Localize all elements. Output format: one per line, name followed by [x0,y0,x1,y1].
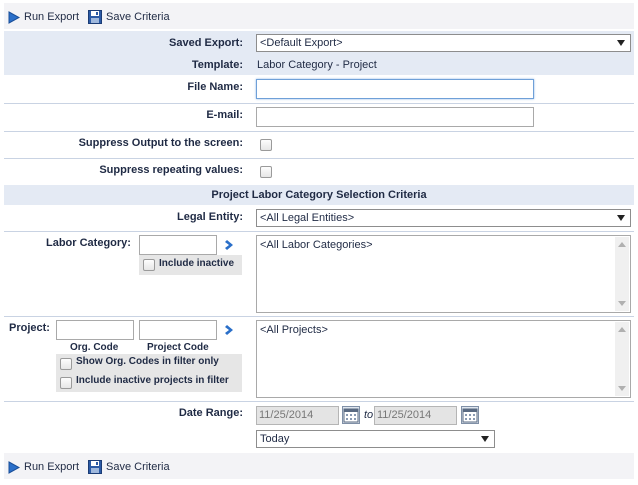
org-code-label: Org. Code [70,342,119,353]
play-icon [8,460,20,474]
project-code-label: Project Code [147,342,209,353]
chevron-down-icon [481,436,489,442]
divider [4,103,634,104]
chevron-right-icon[interactable] [224,324,236,336]
save-criteria-label: Save Criteria [106,11,170,23]
run-export-button[interactable]: Run Export [8,459,79,475]
date-preset-value: Today [260,433,290,445]
project-code-input[interactable] [139,320,217,340]
list-item[interactable]: <All Labor Categories> [260,239,627,251]
section-title: Project Labor Category Selection Criteri… [211,189,427,201]
date-range-label: Date Range: [178,407,243,419]
project-label: Project: [9,322,50,334]
save-criteria-button[interactable]: Save Criteria [88,459,170,475]
template-value: Labor Category - Project [257,59,377,71]
include-inactive-checkbox[interactable] [143,259,155,271]
legal-entity-label: Legal Entity: [176,211,243,223]
org-code-input[interactable] [56,320,134,340]
date-to-field[interactable]: 11/25/2014 [374,406,457,425]
divider [4,231,634,232]
divider [4,158,634,159]
suppress-repeating-label: Suppress repeating values: [99,164,243,176]
floppy-disk-icon [88,460,102,474]
bottom-toolbar: Run Export Save Criteria [4,453,634,479]
template-label: Template: [191,59,243,71]
include-inactive-label: Include inactive [159,258,235,269]
include-inactive-projects-checkbox[interactable] [60,377,72,389]
show-org-codes-label: Show Org. Codes in filter only [76,356,219,367]
run-export-label: Run Export [24,11,80,23]
saved-export-label: Saved Export: [169,37,243,49]
email-label: E-mail: [206,109,243,121]
save-criteria-button[interactable]: Save Criteria [88,9,170,25]
email-field[interactable] [256,107,534,127]
show-org-codes-checkbox[interactable] [60,358,72,370]
chevron-right-icon[interactable] [224,239,236,251]
date-to-label: to [364,409,374,421]
labor-category-filter-input[interactable] [139,235,217,255]
play-icon [8,10,20,24]
labor-category-list[interactable]: <All Labor Categories> [256,235,631,313]
saved-export-value: <Default Export> [260,37,343,49]
floppy-disk-icon [88,10,102,24]
legal-entity-value: <All Legal Entities> [260,212,355,224]
chevron-down-icon [617,215,625,221]
scrollbar[interactable] [615,322,629,396]
save-criteria-label: Save Criteria [106,461,170,473]
divider [4,131,634,132]
include-inactive-projects-label: Include inactive projects in filter [76,375,229,386]
saved-export-select[interactable]: <Default Export> [256,34,631,52]
run-export-label: Run Export [24,461,80,473]
calendar-icon[interactable] [342,406,360,424]
divider [4,316,634,317]
list-item[interactable]: <All Projects> [260,324,627,336]
date-preset-select[interactable]: Today [256,430,495,448]
file-name-input[interactable] [256,79,534,99]
divider [4,401,634,402]
scrollbar[interactable] [615,237,629,311]
file-name-label: File Name: [187,81,243,93]
suppress-output-label: Suppress Output to the screen: [78,137,243,149]
chevron-down-icon [617,40,625,46]
top-toolbar: Run Export Save Criteria [4,3,634,29]
calendar-icon[interactable] [461,406,479,424]
suppress-repeating-checkbox[interactable] [260,166,272,178]
labor-category-label: Labor Category: [46,237,131,249]
project-list[interactable]: <All Projects> [256,320,631,398]
run-export-button[interactable]: Run Export [8,9,79,25]
suppress-output-checkbox[interactable] [260,139,272,151]
legal-entity-select[interactable]: <All Legal Entities> [256,209,631,227]
date-from-field[interactable]: 11/25/2014 [256,406,339,425]
